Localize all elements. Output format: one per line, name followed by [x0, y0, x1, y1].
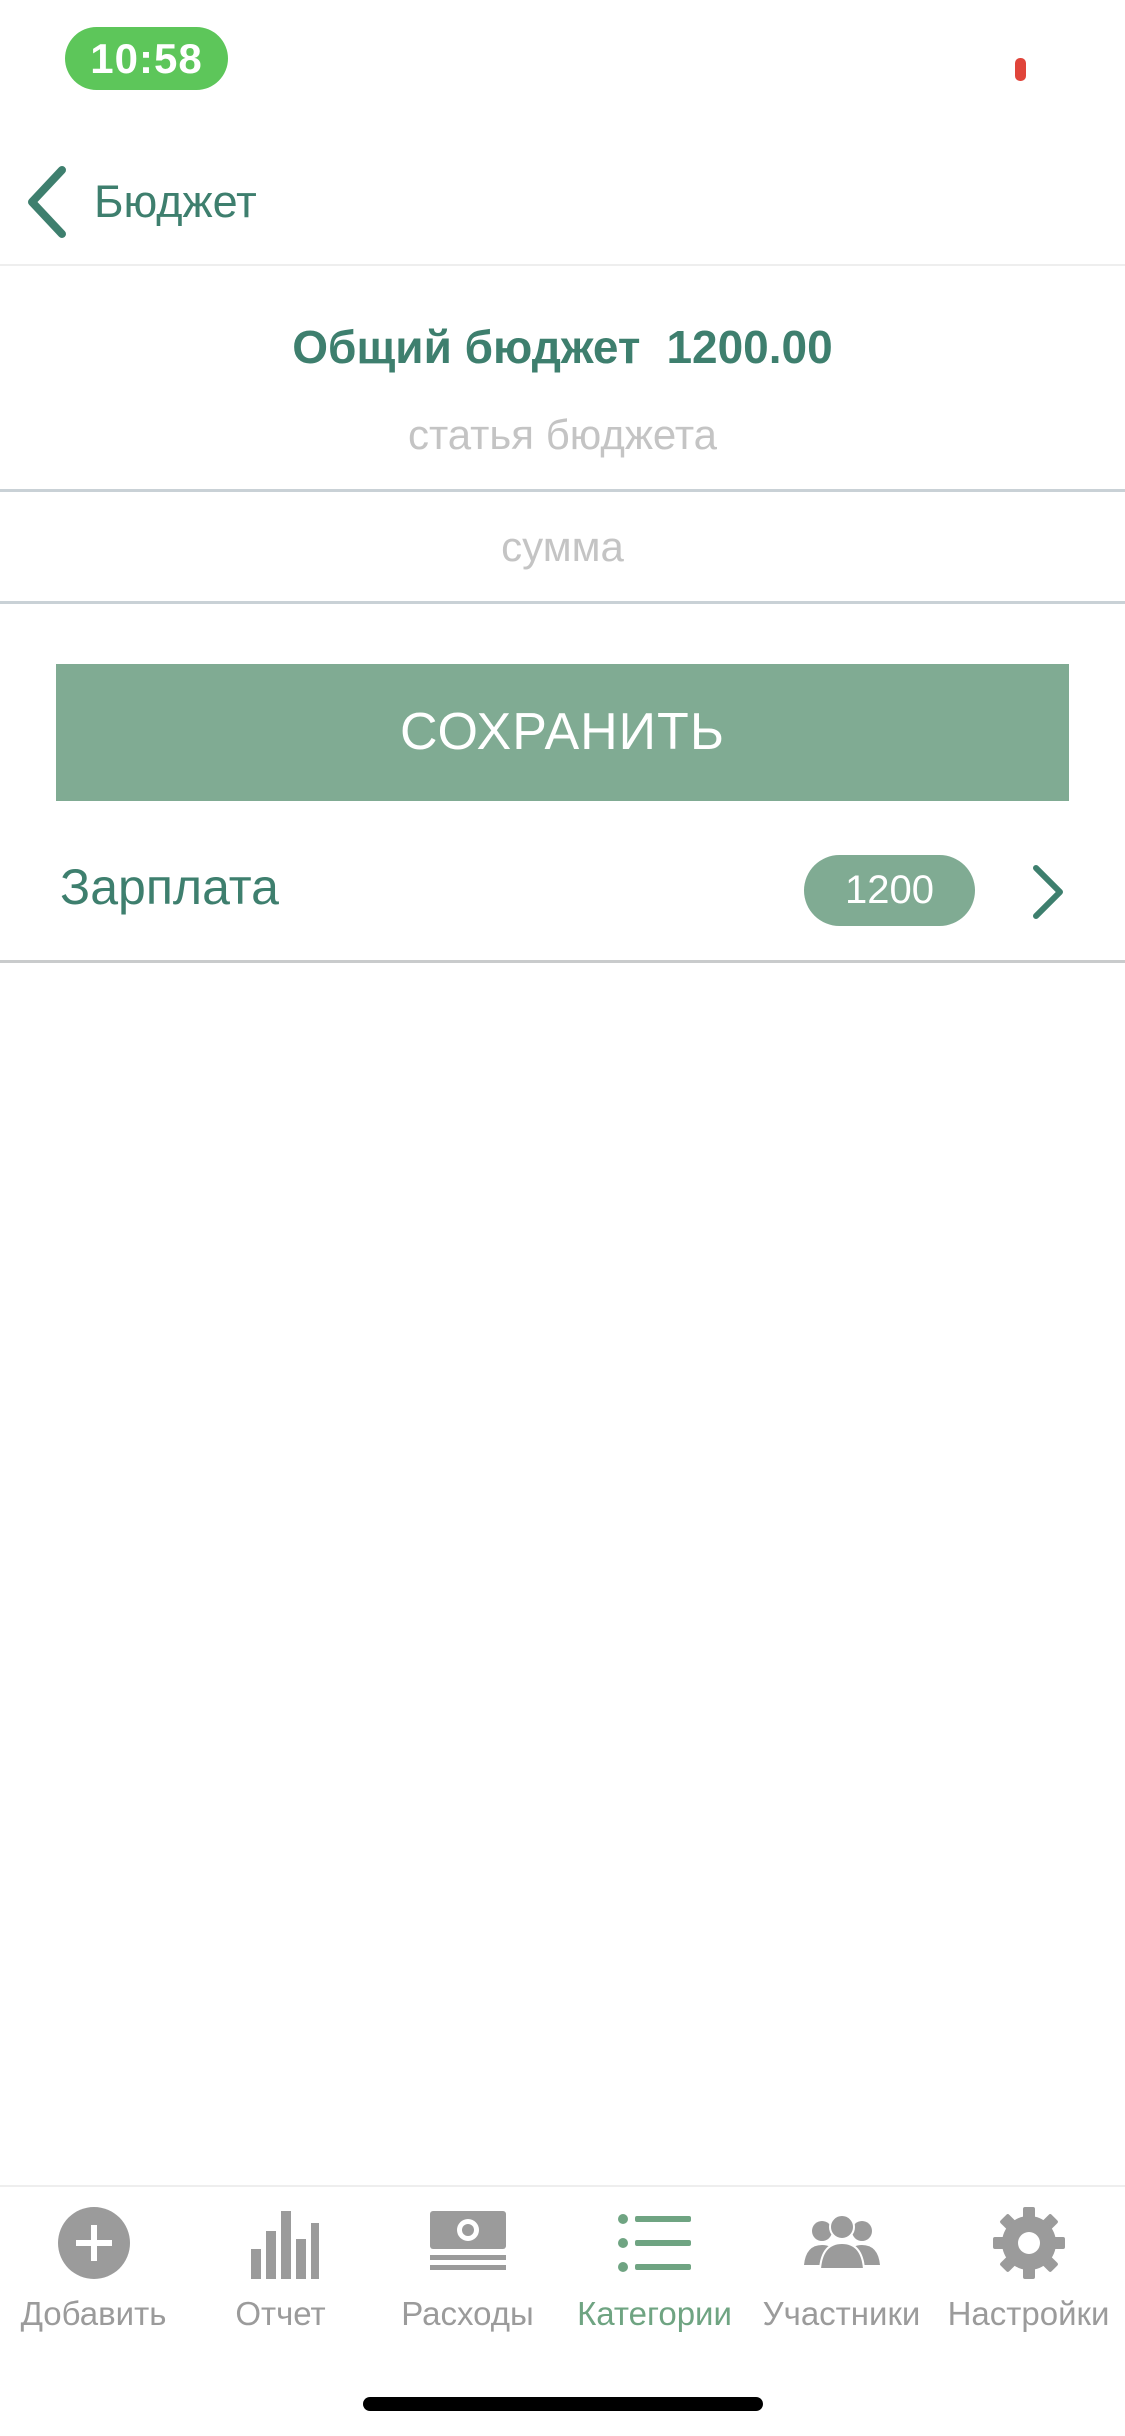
tab-add[interactable]: Добавить	[0, 2205, 187, 2345]
budget-title: Общий бюджет	[292, 321, 641, 373]
add-circle-icon	[57, 2207, 130, 2279]
tab-label: Отчет	[235, 2295, 326, 2332]
tab-report[interactable]: Отчет	[187, 2205, 374, 2345]
amount-badge: 1200	[804, 855, 975, 926]
tab-participants[interactable]: Участники	[748, 2205, 935, 2345]
recording-indicator	[1015, 58, 1026, 81]
list-icon	[617, 2214, 691, 2272]
budget-total: 1200.00	[666, 321, 833, 373]
tab-settings[interactable]: Настройки	[935, 2205, 1122, 2345]
home-indicator[interactable]	[363, 2397, 763, 2411]
budget-header: Общий бюджет 1200.00	[0, 320, 1125, 374]
tab-expenses[interactable]: Расходы	[374, 2205, 561, 2345]
chevron-right-icon	[1033, 865, 1063, 919]
back-button[interactable]: Бюджет	[20, 162, 257, 242]
sum-input[interactable]	[0, 492, 1125, 604]
list-item[interactable]: Зарплата 1200	[0, 810, 1125, 963]
tab-label: Добавить	[20, 2295, 167, 2332]
status-time: 10:58	[65, 27, 228, 90]
tab-categories[interactable]: Категории	[561, 2205, 748, 2345]
tab-label: Расходы	[401, 2295, 534, 2332]
save-button[interactable]: СОХРАНИТЬ	[56, 664, 1069, 801]
list-item-label: Зарплата	[60, 859, 279, 915]
bar-chart-icon	[250, 2211, 319, 2279]
nav-bar: Бюджет	[0, 132, 1125, 266]
budget-item-input[interactable]	[0, 380, 1125, 492]
tab-label: Категории	[577, 2295, 732, 2332]
screen: 10:58 Бюджет Общий бюджет 1200.00 СОХРАНИ…	[0, 0, 1125, 2436]
gear-icon	[992, 2207, 1065, 2279]
chevron-left-icon	[28, 166, 66, 238]
status-bar: 10:58	[0, 0, 1125, 132]
users-icon	[803, 2214, 880, 2270]
tab-label: Настройки	[947, 2295, 1110, 2332]
tab-label: Участники	[762, 2295, 921, 2332]
money-icon	[429, 2211, 506, 2270]
back-label: Бюджет	[94, 176, 257, 227]
